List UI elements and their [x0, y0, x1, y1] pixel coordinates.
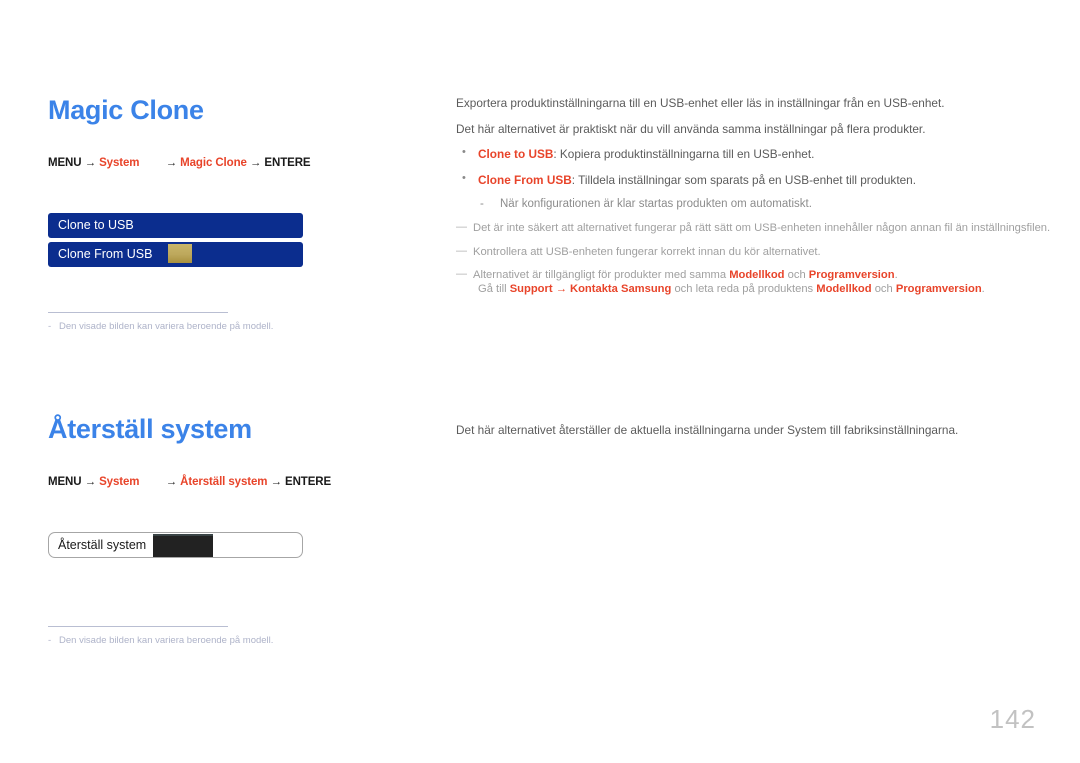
note-term-programversion: Programversion: [895, 283, 982, 295]
menu-path-arrow-3: →: [270, 475, 283, 488]
note-item: — Det är inte säkert att alternativet fu…: [456, 221, 1050, 236]
body-paragraph: Det här alternativet är praktiskt när du…: [456, 121, 926, 136]
body-paragraph: Det här alternativet återställer de aktu…: [456, 423, 959, 437]
note-text-post: .: [981, 283, 985, 295]
menu-path-magic-clone: MENU → System → Magic Clone → ENTERE: [48, 157, 438, 169]
note-dash-marker: —: [456, 244, 467, 257]
osd-row-label: Återställ system: [58, 537, 147, 552]
note-text-pre: Alternativet är tillgängligt för produkt…: [473, 269, 730, 282]
menu-path-aterstall-system: MENU → System → Återställ system → ENTER…: [48, 476, 438, 488]
footnote-divider: [48, 311, 228, 313]
note-dash-marker: —: [456, 221, 467, 234]
bullet-description: : Tilldela inställningar som sparats på …: [571, 173, 916, 188]
menu-path-system-label: System: [99, 156, 140, 169]
osd-row-label: Clone From USB: [58, 247, 153, 262]
page-number: 142: [989, 704, 1036, 734]
osd-row-clone-to-usb[interactable]: Clone to USB: [48, 212, 303, 238]
note-term-programversion: Programversion: [808, 269, 895, 282]
sub-dash-item: - När konfigurationen är klar startas pr…: [456, 197, 1036, 211]
menu-path-item-label: Återställ system: [180, 475, 268, 488]
bullet-item: • Clone From USB: Tilldela inställningar…: [456, 172, 1036, 188]
menu-path-arrow-1: →: [84, 475, 97, 488]
section-2-right-column: Det här alternativet återställer de aktu…: [456, 423, 1036, 449]
menu-path-arrow-3: →: [249, 156, 262, 169]
footnote-text: Den visade bilden kan variera beroende p…: [59, 634, 274, 646]
menu-path-menu-label: MENU: [48, 156, 82, 169]
page-title-aterstall-system: Återställ system: [48, 414, 252, 444]
note-text: Kontrollera att USB-enheten fungerar kor…: [473, 245, 821, 258]
bullet-item: • Clone to USB: Kopiera produktinställni…: [456, 146, 1036, 162]
section-2-left-column: Återställ system MENU → System → Återstä…: [48, 414, 438, 646]
note-text-mid-2: och: [871, 283, 896, 295]
note-item: — Kontrollera att USB-enheten fungerar k…: [456, 245, 1036, 260]
note-text-mid: och leta reda på produktens: [671, 283, 817, 295]
menu-path-system-label: System: [99, 475, 140, 488]
footnote-dash-marker: -: [48, 634, 52, 646]
menu-path-item-label: Magic Clone: [180, 156, 247, 169]
note-continuation: Gå till Support → Kontakta Samsung och l…: [456, 282, 1036, 297]
note-arrow-icon: →: [552, 283, 571, 295]
note-term-kontakta-samsung: Kontakta Samsung: [570, 283, 672, 295]
footnote-aterstall-system: - Den visade bilden kan variera beroende …: [48, 635, 438, 646]
bullet-description: : Kopiera produktinställningarna till en…: [553, 147, 815, 162]
sub-dash-marker: -: [480, 197, 484, 210]
section-1-left-column: Magic Clone MENU → System → Magic Clone …: [48, 95, 438, 332]
menu-path-enter-label: ENTERE: [264, 156, 311, 169]
osd-row-clone-from-usb[interactable]: Clone From USB: [48, 241, 303, 267]
note-text: Det är inte säkert att alternativet fung…: [473, 222, 1051, 235]
menu-path-menu-label: MENU: [48, 475, 82, 488]
page-title-magic-clone: Magic Clone: [48, 95, 204, 125]
footnote-divider: [48, 625, 228, 627]
bullet-marker: •: [462, 146, 466, 159]
note-text-mid: och: [784, 269, 809, 282]
osd-value-swatch: [168, 243, 192, 263]
sub-dash-text: När konfigurationen är klar startas prod…: [500, 197, 812, 210]
bullet-term: Clone From USB: [478, 173, 572, 188]
menu-path-enter-label: ENTERE: [285, 475, 332, 488]
note-dash-marker: —: [456, 268, 467, 281]
manual-page: Magic Clone MENU → System → Magic Clone …: [0, 0, 1080, 763]
osd-row-label: Clone to USB: [58, 218, 134, 233]
menu-path-arrow-2: →: [165, 475, 178, 488]
note-term-support: Support: [509, 283, 553, 295]
menu-path-arrow-1: →: [84, 156, 97, 169]
menu-path-arrow-2: →: [165, 156, 178, 169]
note-item-rich: — Alternativet är tillgängligt för produ…: [456, 268, 1036, 283]
osd-menu-magic-clone: Clone to USB Clone From USB: [48, 212, 303, 267]
footnote-magic-clone: - Den visade bilden kan variera beroende …: [48, 321, 438, 332]
bullet-marker: •: [462, 172, 466, 185]
footnote-text: Den visade bilden kan variera beroende p…: [59, 320, 274, 332]
osd-value-bar: [153, 533, 213, 557]
section-1-right-column: Exportera produktinställningarna till en…: [456, 96, 1050, 306]
body-paragraph: Exportera produktinställningarna till en…: [456, 96, 945, 110]
note-term-modellkod: Modellkod: [816, 283, 872, 295]
bullet-term: Clone to USB: [478, 147, 554, 162]
note-text-post: .: [894, 269, 898, 282]
footnote-dash-marker: -: [48, 320, 52, 332]
note-text-pre: Gå till: [478, 283, 510, 295]
note-term-modellkod: Modellkod: [729, 269, 785, 282]
osd-menu-aterstall-system[interactable]: Återställ system: [48, 531, 303, 558]
